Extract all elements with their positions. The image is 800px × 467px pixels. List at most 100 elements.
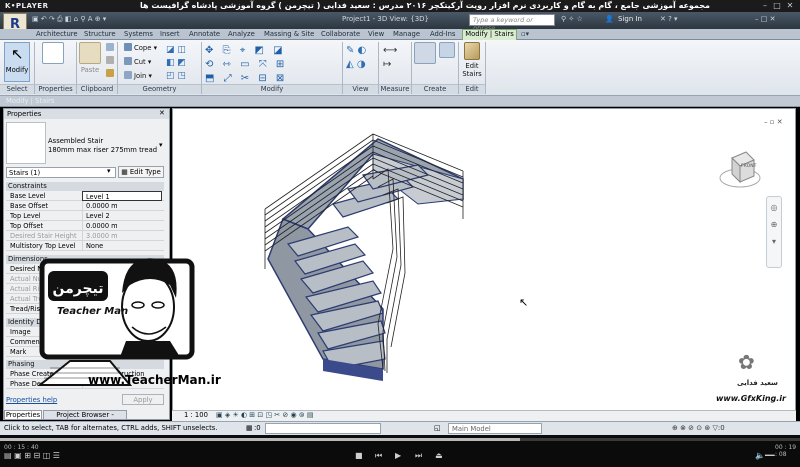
tab-collaborate[interactable]: Collaborate xyxy=(321,30,360,40)
player-small-icons[interactable]: ▤ ▣ ⊞ ⊟ ◫ ☰ xyxy=(4,451,60,460)
tab-modify-stairs[interactable]: Modify | Stairs xyxy=(462,29,517,40)
property-row[interactable]: Top Level Level 2 xyxy=(6,211,164,221)
edit-stairs-label-2: Stairs xyxy=(462,70,482,78)
viewport-controls-icon[interactable]: – ▫ ✕ xyxy=(764,118,783,126)
selection-count: :0 xyxy=(254,424,261,432)
next-icon[interactable]: ⏭ xyxy=(415,451,422,461)
teacherman-logo: تیچرمن xyxy=(37,258,195,386)
apply-button[interactable]: Apply xyxy=(122,394,164,405)
tab-analyze[interactable]: Analyze xyxy=(228,30,255,40)
property-row[interactable]: Base Offset 0.0000 m xyxy=(6,201,164,211)
tab-systems[interactable]: Systems xyxy=(124,30,153,40)
play-icon[interactable]: ▶ xyxy=(395,451,401,460)
property-row[interactable]: Base Level Level 1 xyxy=(6,191,164,201)
chevron-down-icon[interactable]: ▾ xyxy=(159,141,163,149)
pan-icon[interactable]: ▾ xyxy=(767,237,781,246)
website-watermark: www.GfxKing.ir xyxy=(716,394,786,403)
workset-dropdown[interactable] xyxy=(265,423,381,434)
maximize-button[interactable]: □ xyxy=(772,1,782,10)
tab-massing-site[interactable]: Massing & Site xyxy=(264,30,314,40)
zoom-icon[interactable]: ⊕ xyxy=(767,220,781,229)
cope-label: Cope xyxy=(134,44,152,52)
chevron-down-icon[interactable]: ▾ xyxy=(107,167,111,175)
help-icon[interactable]: ✕ ? ▾ xyxy=(660,15,678,23)
join-button[interactable]: Join ▾ xyxy=(124,71,152,80)
cut-icon[interactable] xyxy=(106,56,116,65)
cope-button[interactable]: Cope ▾ xyxy=(124,43,157,52)
teacher-url: www.TeacherMan.ir xyxy=(88,373,221,387)
join-label: Join xyxy=(134,72,147,80)
teacher-name: Teacher Man xyxy=(57,306,129,317)
property-value[interactable]: 0.0000 m xyxy=(82,221,162,231)
clipboard-icon xyxy=(79,42,101,64)
view-scale[interactable]: 1 : 100 xyxy=(184,411,208,419)
paste-button[interactable]: Paste xyxy=(78,42,102,74)
view-control-icons[interactable]: ▣ ◈ ☀ ◐ ⊞ ⊡ ◳ ✂ ⊘ ◉ ⊚ ▤ xyxy=(216,411,314,419)
geometry-small-icons[interactable]: ◪ ◫ ◧ ◩ ◰ ◳ xyxy=(166,44,196,83)
create-similar-button[interactable] xyxy=(414,42,436,66)
previous-icon[interactable]: ⏮ xyxy=(375,451,382,461)
worksets-icon[interactable]: ▦ xyxy=(246,424,253,432)
property-value[interactable]: Level 2 xyxy=(82,211,162,221)
property-row[interactable]: Top Offset 0.0000 m xyxy=(6,221,164,231)
edit-type-button[interactable]: ▦ Edit Type xyxy=(118,166,164,178)
stop-icon[interactable]: ■ xyxy=(355,451,363,460)
type-selector[interactable]: Assembled Stair 180mm max riser 275mm tr… xyxy=(48,137,157,155)
property-value: 3.0000 m xyxy=(82,231,162,241)
edit-stairs-button[interactable]: Edit Stairs xyxy=(462,42,482,78)
cut-geometry-icon xyxy=(124,57,132,65)
navigation-bar[interactable]: ◎ ⊕ ▾ xyxy=(766,196,782,268)
main-model-dropdown[interactable]: Main Model xyxy=(448,423,542,434)
instance-filter[interactable]: Stairs (1) xyxy=(6,167,116,178)
tab-annotate[interactable]: Annotate xyxy=(189,30,220,40)
clipboard-small-tools[interactable] xyxy=(106,43,116,77)
cut-geometry-button[interactable]: Cut ▾ xyxy=(124,57,151,66)
property-value[interactable]: Level 1 xyxy=(82,191,162,201)
volume-icon[interactable]: 🔈━━ xyxy=(755,451,775,460)
panel-select[interactable]: Select xyxy=(0,84,34,94)
3d-view-canvas[interactable] xyxy=(172,108,796,420)
tab-view[interactable]: View xyxy=(368,30,384,40)
measure-tools[interactable]: ⟷ ↦ xyxy=(383,44,405,72)
property-key: Desired Stair Height xyxy=(10,232,77,240)
group-constraints[interactable]: Constraints xyxy=(6,182,164,191)
property-key: Top Offset xyxy=(10,222,44,230)
tab-structure[interactable]: Structure xyxy=(84,30,116,40)
sign-in-button[interactable]: Sign In xyxy=(618,15,642,23)
quick-access-toolbar[interactable]: ▣ ↶ ↷ ⎙ ◧ ⌂ ⚲ A ⊕ ▾ xyxy=(32,15,106,24)
match-icon[interactable] xyxy=(106,69,116,78)
tab-properties[interactable]: Properties xyxy=(4,410,42,420)
close-button[interactable]: ✕ xyxy=(785,1,795,10)
steering-wheel-icon[interactable]: ◎ xyxy=(767,203,781,212)
selection-filter-icons[interactable]: ⊕ ⊗ ⊘ ⊙ ⊛ ▽:0 xyxy=(672,424,725,432)
design-options-icon[interactable]: ◱ xyxy=(434,424,441,432)
ribbon-options-icon[interactable]: ▫▾ xyxy=(521,30,529,40)
tab-insert[interactable]: Insert xyxy=(160,30,180,40)
eject-icon[interactable]: ⏏ xyxy=(435,451,443,460)
tab-project-browser[interactable]: Project Browser - Project1 xyxy=(43,410,127,428)
property-value[interactable]: 0.0000 m xyxy=(82,201,162,211)
viewcube-icon[interactable] xyxy=(718,148,762,190)
document-title: Project1 - 3D View: {3D} xyxy=(342,15,430,23)
search-input[interactable]: Type a keyword or phrase xyxy=(469,14,555,32)
info-center-icons[interactable]: ⚲ ✧ ☆ xyxy=(561,15,583,23)
tab-manage[interactable]: Manage xyxy=(393,30,420,40)
create-similar-icon xyxy=(414,42,436,64)
options-bar xyxy=(0,96,800,107)
viewcube-face-label: FRONT xyxy=(741,164,757,169)
tab-architecture[interactable]: Architecture xyxy=(36,30,78,40)
close-icon[interactable]: ✕ xyxy=(159,109,165,117)
properties-help-link[interactable]: Properties help xyxy=(6,396,57,404)
create-group-button[interactable] xyxy=(437,42,457,60)
type-preview-image xyxy=(6,122,46,164)
properties-button[interactable] xyxy=(38,42,68,66)
minimize-button[interactable]: – xyxy=(760,1,770,10)
user-icon: 👤 xyxy=(605,15,614,23)
copy-icon[interactable] xyxy=(106,43,116,52)
modify-button[interactable]: ↖ Modify xyxy=(4,42,30,82)
tab-add-ins[interactable]: Add-Ins xyxy=(430,30,455,40)
view-tools[interactable]: ✎ ◐ ◭ ◑ xyxy=(346,44,376,72)
revit-window-controls[interactable]: – □ ✕ xyxy=(755,15,775,23)
modify-tools[interactable]: ✥ ⎘ ⌖ ◩ ◪ ⟲ ⇿ ▭ ⤧ ⊞ ⬒ ⤢ ✂ ⊟ ⊠ xyxy=(205,44,345,86)
player-logo: K•PLAYER xyxy=(5,2,49,10)
